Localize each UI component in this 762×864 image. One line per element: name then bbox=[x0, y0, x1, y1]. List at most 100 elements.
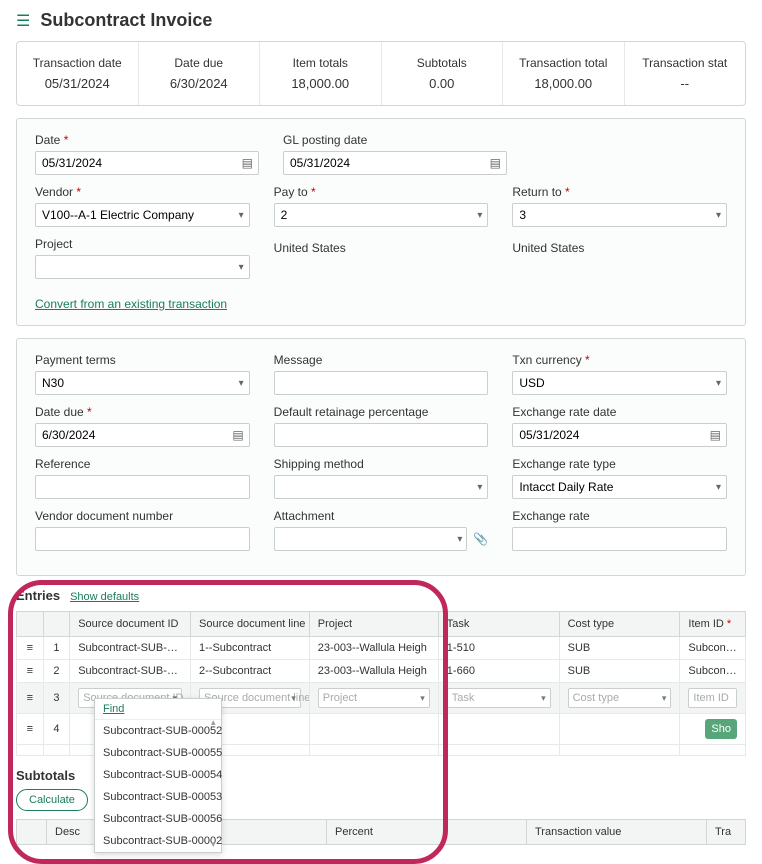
summary-transaction-total: Transaction total 18,000.00 bbox=[503, 42, 625, 105]
date-input[interactable] bbox=[35, 151, 259, 175]
summary-subtotals: Subtotals 0.00 bbox=[382, 42, 504, 105]
col-rownum bbox=[43, 612, 70, 637]
col-percent[interactable]: Percent bbox=[327, 820, 527, 845]
drag-handle-icon[interactable]: ≡ bbox=[17, 683, 44, 714]
summary-value: 18,000.00 bbox=[513, 76, 614, 91]
vendor-doc-num-input[interactable] bbox=[35, 527, 250, 551]
col-item-id[interactable]: Item ID bbox=[680, 612, 746, 637]
cell-task[interactable]: 1-660 bbox=[438, 660, 559, 683]
show-button[interactable]: Sho bbox=[705, 719, 737, 739]
col-source-doc-id[interactable]: Source document ID bbox=[70, 612, 191, 637]
project-field: Project ▾ bbox=[35, 237, 250, 279]
country-text: United States bbox=[512, 241, 727, 255]
subtotals-title: Subtotals bbox=[16, 768, 75, 783]
exchange-rate-input[interactable] bbox=[512, 527, 727, 551]
cell-project-dropdown[interactable]: Project▾ bbox=[309, 683, 438, 714]
cell-task[interactable]: 1-510 bbox=[438, 637, 559, 660]
col-tra[interactable]: Tra bbox=[707, 820, 746, 845]
row-num: 2 bbox=[43, 660, 70, 683]
summary-label: Date due bbox=[149, 56, 250, 70]
col-source-line-id[interactable]: Source document line ID bbox=[191, 612, 310, 637]
cell-src-line[interactable]: 1--Subcontract bbox=[191, 637, 310, 660]
col-transaction-value[interactable]: Transaction value bbox=[527, 820, 707, 845]
cell-cost-type[interactable]: SUB bbox=[559, 660, 680, 683]
return-to-country: United States bbox=[512, 237, 727, 279]
details-panel: Payment terms ▾ Message Txn currency ▾ D… bbox=[16, 338, 746, 576]
col-project[interactable]: Project bbox=[309, 612, 438, 637]
convert-link[interactable]: Convert from an existing transaction bbox=[35, 297, 227, 311]
dropdown-option[interactable]: Subcontract-SUB-00055 bbox=[95, 742, 221, 764]
cell-project[interactable]: 23-003--Wallula Heigh bbox=[309, 637, 438, 660]
date-due-input[interactable] bbox=[35, 423, 250, 447]
summary-label: Transaction date bbox=[27, 56, 128, 70]
message-input[interactable] bbox=[274, 371, 489, 395]
shipping-method-input[interactable] bbox=[274, 475, 489, 499]
summary-label: Item totals bbox=[270, 56, 371, 70]
gl-posting-date-field: GL posting date ▤ bbox=[283, 133, 507, 175]
shipping-method-label: Shipping method bbox=[274, 457, 489, 471]
cell-src-line[interactable]: 2--Subcontract bbox=[191, 660, 310, 683]
summary-label: Subtotals bbox=[392, 56, 493, 70]
source-doc-dropdown-popup: Find Subcontract-SUB-00052 Subcontract-S… bbox=[94, 698, 222, 853]
summary-label: Transaction stat bbox=[635, 56, 736, 70]
drag-handle-icon[interactable]: ≡ bbox=[17, 637, 44, 660]
entries-section: Entries Show defaults Source document ID… bbox=[16, 588, 746, 756]
reference-input[interactable] bbox=[35, 475, 250, 499]
page-header: ☰ Subcontract Invoice bbox=[0, 0, 762, 41]
dropdown-option[interactable]: Subcontract-SUB-00056 bbox=[95, 808, 221, 830]
paperclip-icon[interactable]: 📎 bbox=[473, 532, 488, 546]
cell-item[interactable]: Subcontract-- bbox=[680, 637, 746, 660]
exchange-rate-type-input[interactable] bbox=[512, 475, 727, 499]
cell-task-dropdown[interactable]: Task▾ bbox=[438, 683, 559, 714]
pay-to-input[interactable] bbox=[274, 203, 489, 227]
summary-value: 05/31/2024 bbox=[27, 76, 128, 91]
dropdown-option[interactable]: Subcontract-SUB-00052 bbox=[95, 720, 221, 742]
table-row[interactable]: ≡ 2 Subcontract-SUB-000 2--Subcontract 2… bbox=[17, 660, 746, 683]
show-defaults-link[interactable]: Show defaults bbox=[70, 591, 139, 603]
cell-item-dropdown[interactable]: Item ID bbox=[680, 683, 746, 714]
chevron-down-icon: ▾ bbox=[662, 693, 667, 704]
col-cost-type[interactable]: Cost type bbox=[559, 612, 680, 637]
txn-currency-input[interactable] bbox=[512, 371, 727, 395]
project-label: Project bbox=[35, 237, 250, 251]
summary-value: 0.00 bbox=[392, 76, 493, 91]
col-handle bbox=[17, 612, 44, 637]
row-num: 4 bbox=[43, 714, 70, 745]
gl-posting-date-label: GL posting date bbox=[283, 133, 507, 147]
table-row[interactable]: ≡ 1 Subcontract-SUB-000 1--Subcontract 2… bbox=[17, 637, 746, 660]
cell-cost-type-dropdown[interactable]: Cost type▾ bbox=[559, 683, 680, 714]
summary-transaction-state: Transaction stat -- bbox=[625, 42, 746, 105]
drag-handle-icon[interactable]: ≡ bbox=[17, 714, 44, 745]
scrollbar[interactable] bbox=[211, 717, 219, 850]
date-due-label: Date due bbox=[35, 405, 250, 419]
dropdown-option[interactable]: Subcontract-SUB-00054 bbox=[95, 764, 221, 786]
find-link[interactable]: Find bbox=[95, 699, 221, 720]
transaction-panel: Date ▤ GL posting date ▤ Vendor ▾ Pay to bbox=[16, 118, 746, 326]
dropdown-option[interactable]: Subcontract-SUB-00002 bbox=[95, 830, 221, 852]
return-to-input[interactable] bbox=[512, 203, 727, 227]
cell-src-doc[interactable]: Subcontract-SUB-000 bbox=[70, 637, 191, 660]
reference-label: Reference bbox=[35, 457, 250, 471]
chevron-down-icon: ▾ bbox=[541, 693, 546, 704]
gl-posting-date-input[interactable] bbox=[283, 151, 507, 175]
cell-src-doc[interactable]: Subcontract-SUB-000 bbox=[70, 660, 191, 683]
col-task[interactable]: Task bbox=[438, 612, 559, 637]
summary-item-totals: Item totals 18,000.00 bbox=[260, 42, 382, 105]
exchange-rate-date-label: Exchange rate date bbox=[512, 405, 727, 419]
retainage-input[interactable] bbox=[274, 423, 489, 447]
calculate-button[interactable]: Calculate bbox=[16, 789, 88, 811]
exchange-rate-date-input[interactable] bbox=[512, 423, 727, 447]
cell-project[interactable]: 23-003--Wallula Heigh bbox=[309, 660, 438, 683]
menu-icon[interactable]: ☰ bbox=[16, 11, 30, 31]
cell-cost-type[interactable]: SUB bbox=[559, 637, 680, 660]
drag-handle-icon[interactable]: ≡ bbox=[17, 660, 44, 683]
vendor-input[interactable] bbox=[35, 203, 250, 227]
attachment-label: Attachment bbox=[274, 509, 489, 523]
dropdown-option[interactable]: Subcontract-SUB-00053 bbox=[95, 786, 221, 808]
pay-to-label: Pay to bbox=[274, 185, 489, 199]
row-num: 1 bbox=[43, 637, 70, 660]
payment-terms-input[interactable] bbox=[35, 371, 250, 395]
cell-item[interactable]: Subcontract-- bbox=[680, 660, 746, 683]
project-input[interactable] bbox=[35, 255, 250, 279]
attachment-input[interactable] bbox=[274, 527, 468, 551]
